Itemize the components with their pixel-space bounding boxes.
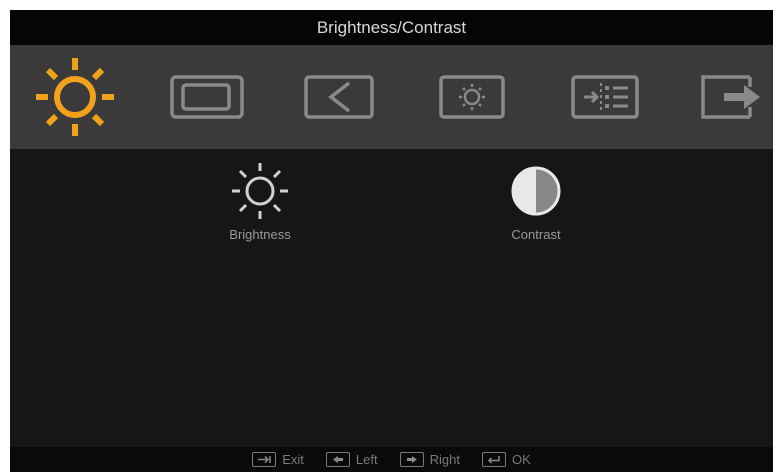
tab-advanced-settings[interactable] — [560, 55, 650, 139]
options-icon — [439, 75, 505, 119]
right-arrow-key-icon — [399, 452, 424, 467]
image-setup-icon — [170, 75, 244, 119]
contrast-icon — [511, 166, 561, 216]
tab-brightness-contrast[interactable] — [30, 55, 120, 139]
advanced-settings-icon — [571, 75, 639, 119]
contrast-label: Contrast — [511, 227, 561, 242]
window-title: Brightness/Contrast — [316, 17, 467, 37]
image-properties-icon — [304, 75, 374, 119]
right-hint-label: Right — [429, 452, 460, 467]
enter-key-icon — [481, 452, 506, 467]
ok-hint[interactable]: OK — [481, 452, 531, 467]
left-hint-label: Left — [355, 452, 378, 467]
tab-options[interactable] — [427, 55, 517, 139]
brightness-sun-icon — [36, 58, 114, 136]
tab-image-properties[interactable] — [294, 55, 384, 139]
left-hint[interactable]: Left — [325, 452, 378, 467]
brightness-item[interactable]: Brightness — [200, 161, 320, 251]
category-tab-bar — [10, 45, 773, 149]
brightness-label: Brightness — [229, 227, 291, 242]
osd-window: Brightness/Contrast Brightness Contrast … — [10, 10, 773, 472]
right-hint[interactable]: Right — [399, 452, 460, 467]
tab-exit[interactable] — [690, 55, 780, 139]
left-arrow-key-icon — [325, 452, 350, 467]
exit-icon — [701, 75, 760, 119]
contrast-item[interactable]: Contrast — [476, 161, 596, 251]
title-bar: Brightness/Contrast — [10, 10, 773, 45]
exit-hint-label: Exit — [282, 452, 304, 467]
submenu-panel: Brightness Contrast — [10, 149, 773, 447]
sun-icon — [232, 163, 288, 219]
ok-hint-label: OK — [511, 452, 531, 467]
key-hint-bar: Exit Left Right OK — [10, 447, 773, 472]
exit-hint[interactable]: Exit — [252, 452, 304, 467]
tab-image-setup[interactable] — [162, 55, 252, 139]
exit-key-icon — [252, 452, 277, 467]
